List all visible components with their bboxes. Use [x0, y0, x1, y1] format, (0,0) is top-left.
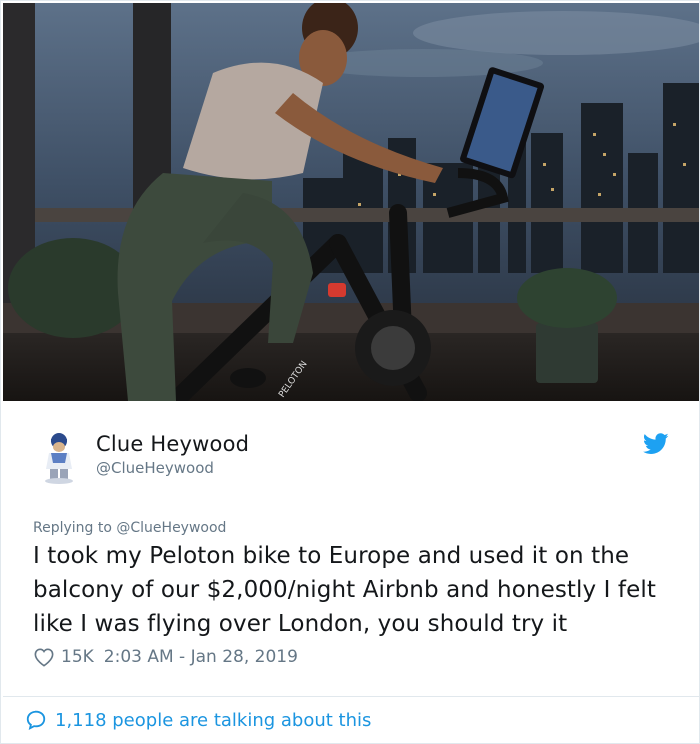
heart-icon[interactable] — [33, 647, 55, 667]
tweet-text: I took my Peloton bike to Europe and use… — [33, 543, 656, 637]
divider — [3, 696, 699, 697]
replying-to-handle[interactable]: @ClueHeywood — [116, 520, 226, 536]
timestamp[interactable]: 2:03 AM - Jan 28, 2019 — [104, 647, 298, 667]
embedded-tweet-card: PELOTON Clue Heywood @ClueHeywood Replyi… — [0, 0, 700, 744]
tweet-photo[interactable]: PELOTON — [3, 3, 699, 401]
like-count[interactable]: 15K — [61, 647, 94, 667]
author-handle[interactable]: @ClueHeywood — [96, 459, 214, 477]
replying-prefix: Replying to — [33, 520, 117, 536]
author-name[interactable]: Clue Heywood — [96, 432, 249, 456]
speech-bubble-icon — [25, 709, 47, 731]
talking-about-text[interactable]: 1,118 people are talking about this — [55, 710, 371, 731]
twitter-bird-icon[interactable] — [642, 433, 669, 455]
avatar[interactable] — [33, 427, 85, 485]
tweet-meta: 15K 2:03 AM - Jan 28, 2019 — [33, 645, 298, 669]
replying-to: Replying to @ClueHeywood — [33, 520, 226, 536]
avatar-icon — [33, 427, 85, 485]
talking-about-link[interactable]: 1,118 people are talking about this — [25, 708, 371, 732]
